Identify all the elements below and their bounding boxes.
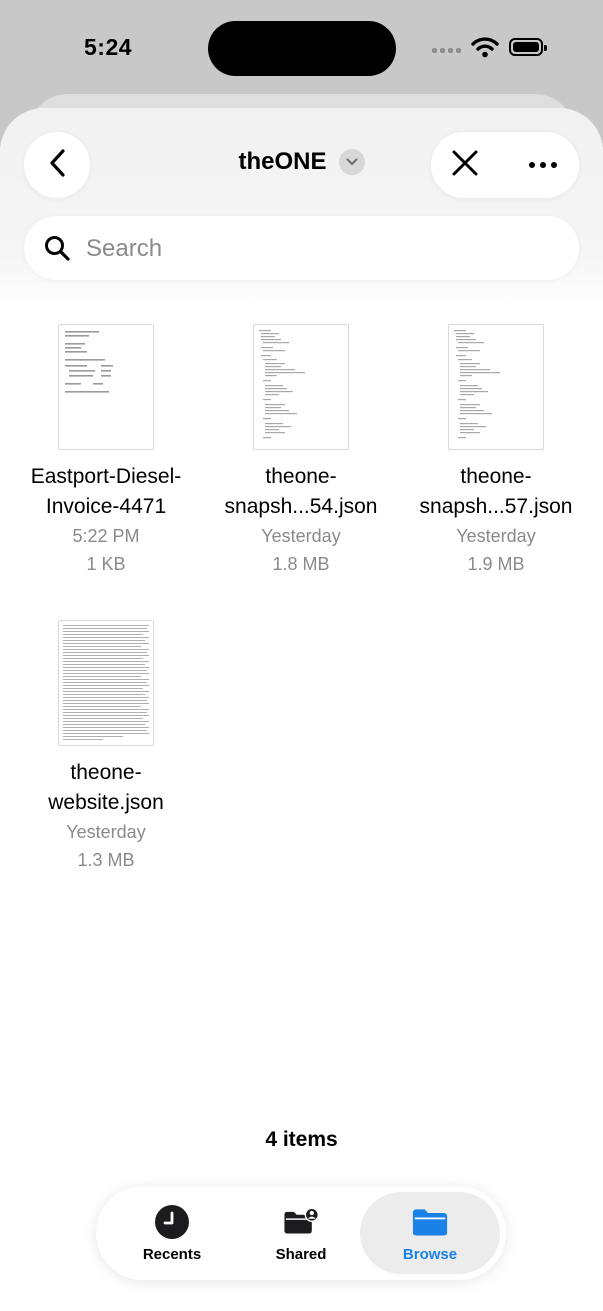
- file-browser-sheet: theONE Search Eastport-Diesel- Invoice-4…: [0, 108, 603, 1311]
- search-bar[interactable]: [24, 216, 579, 280]
- file-thumbnail: [58, 620, 154, 746]
- tab-shared[interactable]: Shared: [231, 1192, 371, 1274]
- file-date: 5:22 PM: [72, 526, 140, 546]
- header-actions: [431, 132, 579, 198]
- file-thumbnail: [253, 324, 349, 450]
- file-size: 1 KB: [86, 554, 126, 574]
- tab-recents[interactable]: Recents: [102, 1192, 242, 1274]
- file-thumbnail: [448, 324, 544, 450]
- file-item-website[interactable]: theone- website.json Yesterday 1.3 MB: [11, 620, 201, 874]
- file-name: Eastport-Diesel- Invoice-4471: [30, 465, 182, 518]
- tab-label: Browse: [402, 1246, 458, 1263]
- xmark-icon: [452, 150, 478, 181]
- chevron-down-icon: [338, 149, 365, 175]
- status-time: 5:24: [84, 34, 133, 60]
- shared-folder-icon: [283, 1204, 319, 1240]
- tab-label: Recents: [142, 1246, 202, 1263]
- battery-icon: [509, 38, 547, 56]
- file-thumbnail: [58, 324, 154, 450]
- dynamic-island: [208, 21, 396, 76]
- file-size: 1.8 MB: [272, 554, 330, 574]
- file-item-snapshot-54[interactable]: theone- snapsh...54.json Yesterday 1.8 M…: [206, 324, 396, 578]
- file-name: theone- snapsh...57.json: [419, 465, 573, 518]
- file-name: theone- website.json: [48, 761, 164, 814]
- search-icon: [44, 235, 70, 266]
- ellipsis-icon: [529, 162, 535, 168]
- close-button[interactable]: [445, 145, 485, 185]
- item-count: 4 items: [265, 1128, 338, 1151]
- tab-label: Shared: [275, 1246, 327, 1263]
- file-size: 1.9 MB: [467, 554, 525, 574]
- tab-browse[interactable]: Browse: [360, 1192, 500, 1274]
- page-title: theONE: [238, 148, 327, 175]
- sheet-header: theONE: [0, 108, 603, 308]
- cellular-signal-icon: [432, 48, 461, 53]
- file-date: Yesterday: [456, 526, 536, 546]
- file-date: Yesterday: [66, 822, 146, 842]
- file-item-snapshot-57[interactable]: theone- snapsh...57.json Yesterday 1.9 M…: [401, 324, 591, 578]
- file-item-invoice[interactable]: Eastport-Diesel- Invoice-4471 5:22 PM 1 …: [11, 324, 201, 578]
- folder-icon: [412, 1204, 448, 1240]
- wifi-icon: [471, 36, 499, 63]
- tab-bar: Recents Shared Browse: [96, 1186, 506, 1280]
- more-button[interactable]: [521, 145, 565, 185]
- clock-icon: [154, 1204, 190, 1240]
- status-bar: 5:24: [0, 0, 603, 100]
- file-size: 1.3 MB: [77, 850, 135, 870]
- search-input[interactable]: [84, 228, 558, 270]
- file-date: Yesterday: [261, 526, 341, 546]
- file-name: theone- snapsh...54.json: [224, 465, 378, 518]
